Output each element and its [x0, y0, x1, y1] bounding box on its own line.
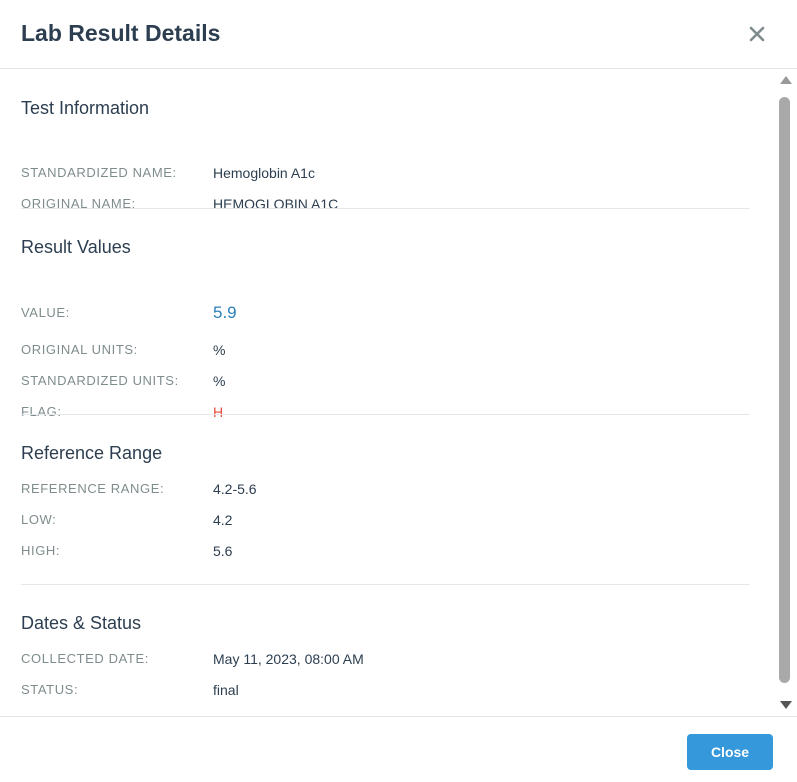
value-label: VALUE: — [21, 305, 70, 320]
original-units-row: ORIGINAL UNITS: % — [21, 342, 750, 362]
flag-value: H — [213, 404, 224, 420]
modal-title: Lab Result Details — [21, 20, 221, 46]
low-row: LOW: 4.2 — [21, 512, 750, 532]
standardized-units-value: % — [213, 373, 226, 389]
original-name-value: HEMOGLOBIN A1C — [213, 196, 339, 212]
low-label: LOW: — [21, 512, 57, 527]
high-row: HIGH: 5.6 — [21, 543, 750, 563]
flag-label: FLAG: — [21, 404, 62, 419]
divider — [21, 414, 750, 415]
close-icon[interactable] — [743, 20, 771, 48]
reference-range-value: 4.2-5.6 — [213, 481, 257, 497]
reference-range-row: REFERENCE RANGE: 4.2-5.6 — [21, 481, 750, 501]
collected-date-row: COLLECTED DATE: May 11, 2023, 08:00 AM — [21, 651, 750, 671]
status-value: final — [213, 682, 239, 698]
section-title: Result Values — [21, 237, 131, 257]
section-title: Dates & Status — [21, 613, 142, 633]
scroll-up-arrow-icon[interactable] — [780, 76, 792, 84]
modal-header: Lab Result Details — [0, 0, 797, 69]
status-row: STATUS: final — [21, 682, 750, 702]
scroll-down-arrow-icon[interactable] — [780, 701, 792, 709]
modal-footer: Close — [0, 716, 797, 782]
lab-result-modal: Lab Result Details Test Information STAN… — [0, 0, 797, 782]
standardized-units-label: STANDARDIZED UNITS: — [21, 373, 179, 388]
original-name-row: ORIGINAL NAME: HEMOGLOBIN A1C — [21, 196, 750, 216]
low-value: 4.2 — [213, 512, 233, 528]
divider — [21, 584, 750, 585]
value-row: VALUE: 5.9 — [21, 303, 750, 325]
standardized-name-row: STANDARDIZED NAME: Hemoglobin A1c — [21, 165, 750, 185]
standardized-name-value: Hemoglobin A1c — [213, 165, 315, 181]
modal-body: Test Information STANDARDIZED NAME: Hemo… — [0, 70, 797, 716]
standardized-name-label: STANDARDIZED NAME: — [21, 165, 177, 180]
section-title: Reference Range — [21, 443, 163, 463]
high-value: 5.6 — [213, 543, 233, 559]
reference-range-label: REFERENCE RANGE: — [21, 481, 165, 496]
scrollbar-thumb[interactable] — [779, 97, 790, 683]
collected-date-label: COLLECTED DATE: — [21, 651, 149, 666]
high-label: HIGH: — [21, 543, 61, 558]
scrollbar[interactable] — [778, 70, 795, 716]
status-label: STATUS: — [21, 682, 79, 697]
original-units-label: ORIGINAL UNITS: — [21, 342, 138, 357]
collected-date-value: May 11, 2023, 08:00 AM — [213, 651, 364, 667]
close-button[interactable]: Close — [687, 734, 773, 770]
divider — [21, 208, 750, 209]
result-value: 5.9 — [213, 303, 237, 322]
section-title: Test Information — [21, 98, 150, 118]
original-units-value: % — [213, 342, 226, 358]
standardized-units-row: STANDARDIZED UNITS: % — [21, 373, 750, 393]
